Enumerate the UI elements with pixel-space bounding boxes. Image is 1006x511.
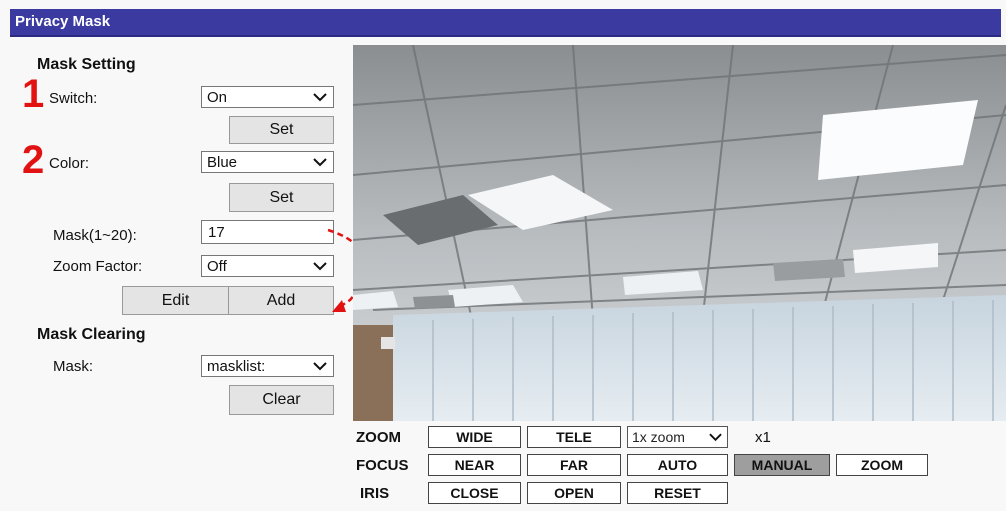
iris-open-button[interactable]: OPEN <box>527 482 621 504</box>
clear-button[interactable]: Clear <box>229 385 334 415</box>
mask-number-value: 17 <box>208 224 225 241</box>
mask-setting-heading: Mask Setting <box>37 56 136 73</box>
focus-zoom-button[interactable]: ZOOM <box>836 454 928 476</box>
color-select-value: Blue <box>207 154 238 171</box>
near-button[interactable]: NEAR <box>428 454 521 476</box>
iris-label: IRIS <box>360 485 390 502</box>
mask-list-select[interactable]: masklist: <box>201 355 334 377</box>
zoom-factor-select[interactable]: Off <box>201 255 334 277</box>
camera-view[interactable] <box>353 45 1006 421</box>
color-label: Color: <box>49 155 90 172</box>
zoom-level-select[interactable]: 1x zoom <box>627 426 728 448</box>
tele-button[interactable]: TELE <box>527 426 621 448</box>
manual-button[interactable]: MANUAL <box>734 454 830 476</box>
step-1-marker: 1 <box>22 72 45 116</box>
zoom-level-select-value: 1x zoom <box>632 429 685 445</box>
switch-select[interactable]: On <box>201 86 334 108</box>
chevron-down-icon <box>313 362 327 371</box>
zoom-factor-label: Zoom Factor: <box>53 258 143 275</box>
chevron-down-icon <box>313 93 327 102</box>
switch-select-value: On <box>207 89 228 106</box>
mask-number-label: Mask(1~20): <box>53 227 137 244</box>
focus-label: FOCUS <box>356 457 409 474</box>
far-button[interactable]: FAR <box>527 454 621 476</box>
zoom-label: ZOOM <box>356 429 401 446</box>
mask-clear-label: Mask: <box>53 358 94 375</box>
switch-set-button[interactable]: Set <box>229 116 334 144</box>
window-title: Privacy Mask <box>15 13 111 30</box>
iris-close-button[interactable]: CLOSE <box>428 482 521 504</box>
color-set-button[interactable]: Set <box>229 183 334 212</box>
chevron-down-icon <box>313 158 327 167</box>
camera-image <box>353 45 1006 421</box>
zoom-level-readout: x1 <box>755 429 771 446</box>
auto-button[interactable]: AUTO <box>627 454 728 476</box>
edit-button[interactable]: Edit <box>122 286 229 315</box>
chevron-down-icon <box>709 433 722 442</box>
title-bar: Privacy Mask <box>10 9 1001 37</box>
step-2-marker: 2 <box>22 138 45 182</box>
color-select[interactable]: Blue <box>201 151 334 173</box>
switch-label: Switch: <box>49 90 98 107</box>
mask-list-value: masklist: <box>207 358 266 375</box>
mask-number-input[interactable]: 17 <box>201 220 334 244</box>
add-button[interactable]: Add <box>228 286 334 315</box>
wide-button[interactable]: WIDE <box>428 426 521 448</box>
iris-reset-button[interactable]: RESET <box>627 482 728 504</box>
zoom-factor-value: Off <box>207 258 227 275</box>
mask-clearing-heading: Mask Clearing <box>37 326 146 343</box>
